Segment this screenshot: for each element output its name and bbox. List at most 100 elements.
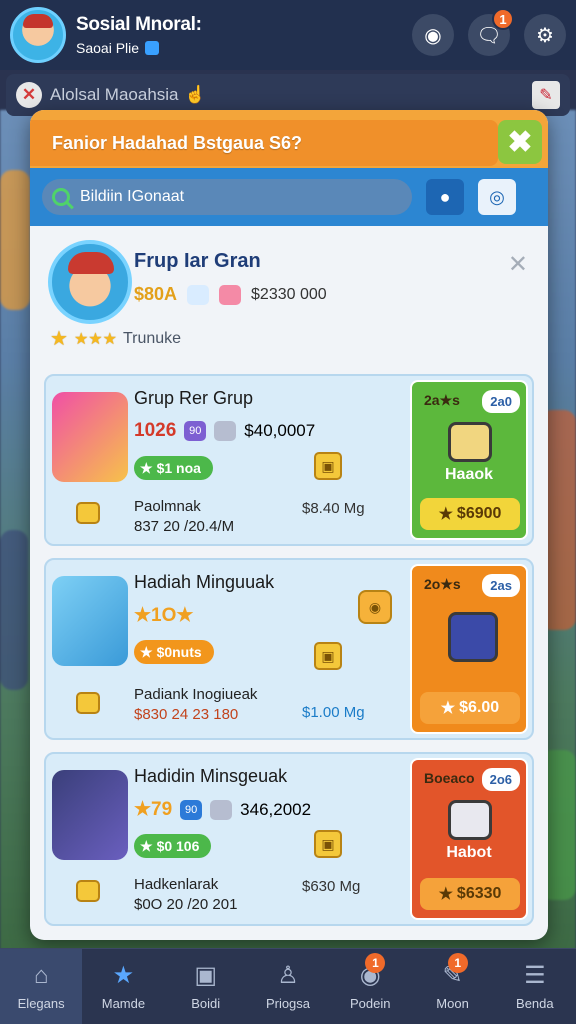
search-icon bbox=[52, 188, 70, 206]
nav-label: Boidi bbox=[191, 996, 221, 1011]
menu-icon: ☰ bbox=[524, 962, 546, 989]
character-image bbox=[52, 576, 128, 666]
star-icon: ★ bbox=[438, 886, 453, 903]
claim-price: $6.00 bbox=[459, 699, 500, 716]
card-pill[interactable]: ★ $1 noa bbox=[134, 456, 213, 480]
star-icon: ★ bbox=[440, 700, 456, 717]
pen-icon[interactable]: ✎ bbox=[532, 81, 560, 109]
bg-building bbox=[0, 170, 30, 310]
side-tag: Boeaco bbox=[424, 770, 475, 786]
app-subtitle: Saoai Plie bbox=[76, 40, 202, 56]
nav-label: Moon bbox=[436, 996, 469, 1011]
nav-item-menu[interactable]: ☰ Benda bbox=[494, 949, 576, 1024]
claim-panel[interactable]: 2a★s 2a0 Haaok ★ $6900 bbox=[410, 380, 528, 540]
card-pill-text: $0 106 bbox=[156, 838, 200, 854]
card-pill[interactable]: ★ $0 106 bbox=[134, 834, 212, 858]
claim-button[interactable]: ★ $6330 bbox=[420, 878, 520, 910]
nav-item-edit[interactable]: ✎ 1 Moon bbox=[411, 949, 493, 1024]
card-title: Hadiah Minguuak bbox=[134, 572, 275, 592]
gift-box-image bbox=[52, 392, 128, 482]
nav-item-home[interactable]: ⌂ Elegans bbox=[0, 949, 83, 1024]
card-badge: 90 bbox=[184, 421, 207, 441]
home-icon: ⌂ bbox=[33, 962, 49, 989]
hand-icon: ☝ bbox=[184, 85, 206, 104]
search-placeholder: Bildiin IGonaat bbox=[80, 188, 185, 205]
card-stats: ★1O★ bbox=[134, 604, 193, 627]
avatar[interactable] bbox=[10, 7, 66, 63]
messenger-button[interactable]: ◉ bbox=[412, 14, 454, 56]
modal-title: Fanior Hadahad Bstgaua S6? bbox=[30, 120, 498, 166]
profile-avatar[interactable] bbox=[48, 240, 132, 324]
lock-box-icon bbox=[448, 612, 498, 662]
card-pill-text: $0nuts bbox=[156, 644, 202, 660]
speech-bubble: 2a0 bbox=[482, 390, 520, 413]
treasure-icon bbox=[448, 800, 492, 840]
nav-item-chat[interactable]: ◉ 1 Podein bbox=[329, 949, 411, 1024]
modal-close-button[interactable]: ✖ bbox=[498, 120, 542, 164]
claim-price: $6900 bbox=[456, 505, 502, 522]
top-icons: ◉ 🗨 1 ⚙ bbox=[412, 8, 566, 56]
gear-icon: ⚙ bbox=[536, 24, 554, 47]
chest-icon bbox=[76, 880, 100, 902]
reward-card[interactable]: Hadidin Minsgeuak ★79 90 346,2002 ★ $0 1… bbox=[44, 752, 534, 926]
card-amount: 346,2002 bbox=[240, 799, 312, 819]
group-icon: ● bbox=[439, 186, 451, 207]
camera-icon: ◎ bbox=[489, 186, 505, 207]
star-icon: ★★★ bbox=[73, 330, 117, 348]
nav-item-profile[interactable]: ♙ Priogsa bbox=[247, 949, 329, 1024]
card-sub-label: Hadkenlarak bbox=[134, 876, 219, 893]
chest-icon bbox=[76, 502, 100, 524]
app-title: Sosial Mnoral: bbox=[76, 14, 202, 35]
card-price: $630 Mg bbox=[302, 878, 361, 895]
profile-section: Frup Iar Gran $80A $2330 000 ✕ ★ ★★★ Tru… bbox=[30, 226, 548, 366]
header-titles: Sosial Mnoral: Saoai Plie bbox=[76, 14, 202, 56]
chat-button[interactable]: 🗨 1 bbox=[468, 8, 514, 56]
top-bar: Sosial Mnoral: Saoai Plie ◉ 🗨 1 ⚙ bbox=[0, 0, 576, 70]
claim-button[interactable]: ★ $6900 bbox=[420, 498, 520, 530]
nav-label: Priogsa bbox=[265, 996, 311, 1011]
chest-icon bbox=[76, 692, 100, 714]
claim-panel[interactable]: Boeaco 2o6 Habot ★ $6330 bbox=[410, 758, 528, 920]
camera-button[interactable]: ◎ bbox=[478, 179, 516, 215]
profile-dismiss-icon[interactable]: ✕ bbox=[508, 250, 528, 279]
bottom-nav: ⌂ Elegans ★ Mamde ▣ Boidi ♙ Priogsa ◉ 1 … bbox=[0, 948, 576, 1024]
profile-name: Frup Iar Gran bbox=[134, 250, 261, 272]
trophy-image bbox=[52, 770, 128, 860]
card-pill-text: $1 noa bbox=[156, 460, 201, 476]
bg-building bbox=[0, 530, 28, 690]
cloud-icon bbox=[214, 421, 237, 441]
close-icon: ✖ bbox=[507, 125, 533, 159]
side-label: Haaok bbox=[444, 466, 494, 483]
reward-card[interactable]: Grup Rer Grup 1026 90 $40,0007 ★ $1 noa … bbox=[44, 374, 534, 546]
settings-button[interactable]: ⚙ bbox=[524, 14, 566, 56]
subtitle-text: Saoai Plie bbox=[76, 40, 140, 56]
friends-button[interactable]: ● bbox=[426, 179, 464, 215]
side-tag: 2o★s bbox=[424, 576, 461, 592]
nav-label: Benda bbox=[516, 996, 554, 1011]
search-row: Bildiin IGonaat ● ◎ bbox=[30, 168, 548, 226]
chat-badge: 1 bbox=[492, 8, 514, 30]
claim-button[interactable]: ★ $6.00 bbox=[420, 692, 520, 724]
card-sub-label: Padiank Inogiueak bbox=[134, 686, 258, 703]
reward-card[interactable]: Hadiah Minguuak ★1O★ ◉ ★ $0nuts ▣ Padian… bbox=[44, 558, 534, 740]
star-icon: ★ bbox=[140, 837, 153, 854]
card-price: $8.40 Mg bbox=[302, 500, 365, 517]
profile-gold: $80A bbox=[134, 284, 178, 304]
close-icon[interactable]: ✕ bbox=[16, 82, 42, 108]
side-label: Habot bbox=[446, 844, 492, 861]
side-tag: 2a★s bbox=[424, 392, 460, 408]
verified-icon bbox=[145, 41, 160, 55]
search-input[interactable]: Bildiin IGonaat bbox=[42, 179, 412, 215]
camera-icon: ▣ bbox=[194, 962, 218, 989]
card-price: $1.00 Mg bbox=[302, 704, 365, 721]
card-sub-value: $830 24 23 180 bbox=[134, 706, 239, 723]
profile-value: $2330 000 bbox=[251, 285, 327, 303]
profile-rank: ★ ★★★ Trunuke bbox=[50, 326, 181, 351]
claim-panel[interactable]: 2o★s 2as ★ $6.00 bbox=[410, 564, 528, 734]
card-pill[interactable]: ★ $0nuts bbox=[134, 640, 214, 664]
rewards-modal: Fanior Hadahad Bstgaua S6? ✖ Bildiin IGo… bbox=[30, 110, 548, 940]
nav-item-favorites[interactable]: ★ Mamde bbox=[82, 949, 164, 1024]
person-icon: ♙ bbox=[277, 962, 299, 989]
secondary-bar-text: Alolsal Maoahsia bbox=[50, 85, 179, 104]
nav-item-camera[interactable]: ▣ Boidi bbox=[165, 949, 247, 1024]
